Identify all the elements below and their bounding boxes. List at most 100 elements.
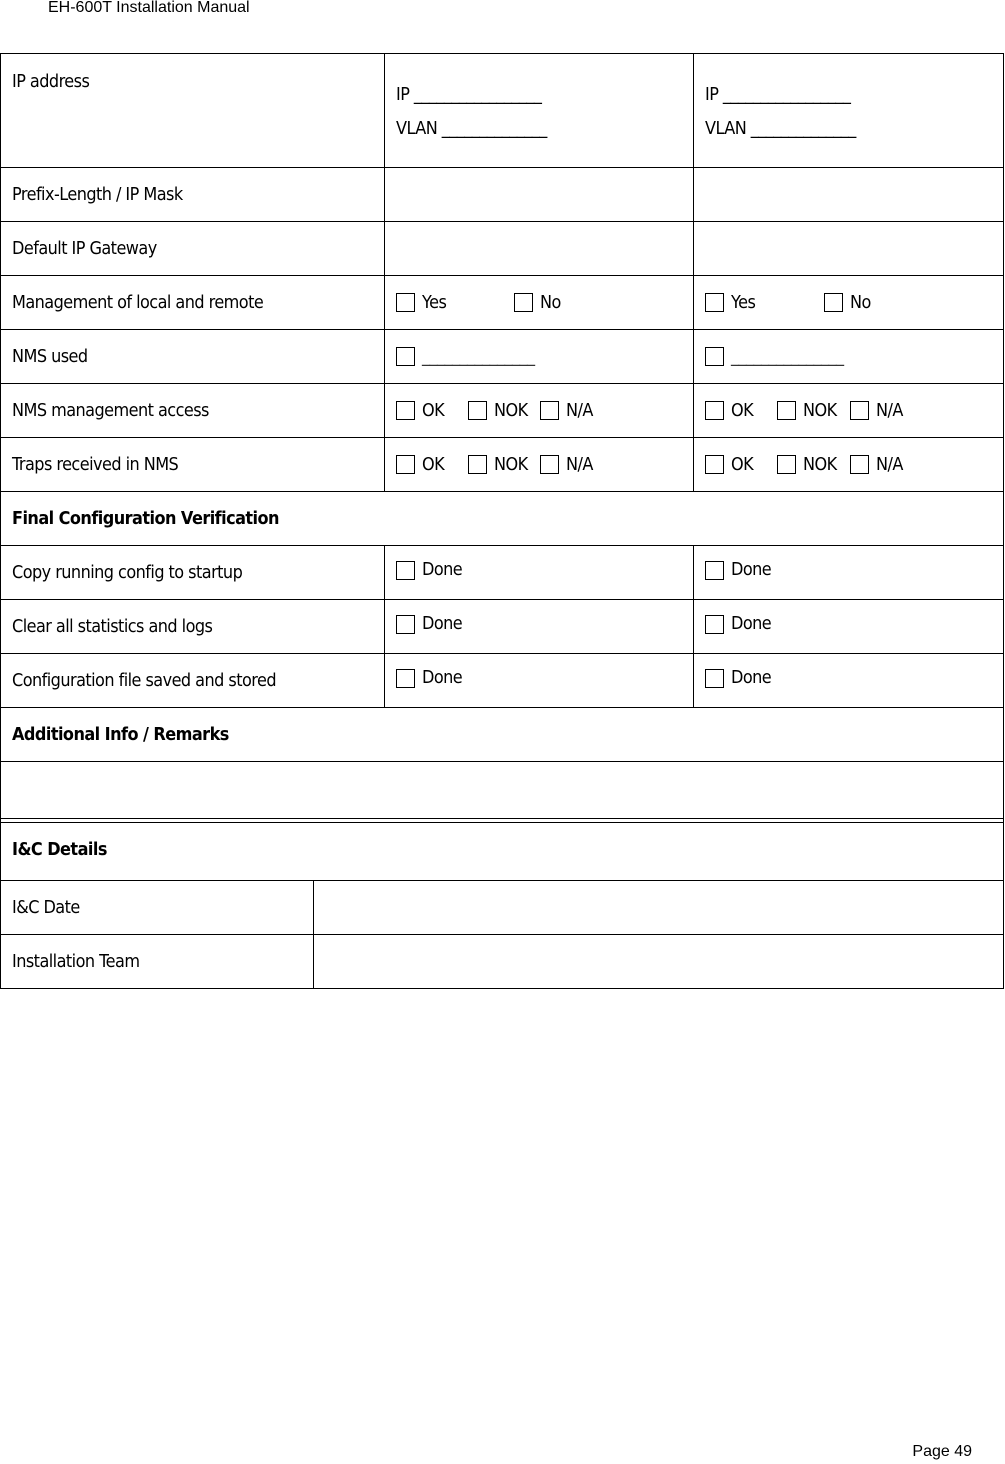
config-saved-label-cell: Configuration file saved and stored	[0, 653, 385, 708]
traps-label-cell: Traps received in NMS	[0, 437, 385, 492]
management-no-option-site-a[interactable]: No	[514, 293, 563, 313]
checkbox-icon[interactable]	[540, 401, 560, 420]
table-row-gateway: Default IP Gateway	[0, 221, 1004, 276]
installation-team-label: Installation Team	[12, 951, 140, 972]
gateway-label-cell: Default IP Gateway	[0, 221, 385, 276]
copy-config-done-option-site-a[interactable]: Done	[395, 560, 466, 580]
option-label: N/A	[566, 400, 594, 421]
checkbox-icon[interactable]	[849, 455, 869, 474]
page-header-title: EH-600T Installation Manual	[48, 0, 250, 16]
clear-stats-done-option-site-a[interactable]: Done	[395, 614, 466, 635]
option-label: Done	[421, 614, 463, 635]
nms-used-label-cell: NMS used	[0, 329, 385, 384]
checkbox-icon[interactable]	[395, 614, 415, 634]
checkbox-icon[interactable]	[467, 401, 487, 420]
checkbox-icon[interactable]	[395, 293, 415, 312]
copy-config-label-cell: Copy running config to startup	[0, 545, 385, 600]
traps-site-a-cell: OK NOK N/A	[383, 437, 695, 492]
option-label: Done	[421, 668, 463, 689]
checkbox-icon[interactable]	[849, 401, 869, 420]
checkbox-icon[interactable]	[705, 614, 725, 634]
clear-stats-site-a-cell: Done	[383, 599, 695, 654]
installation-team-label-cell: Installation Team	[0, 934, 314, 989]
checkbox-icon[interactable]	[395, 401, 415, 420]
option-label: NOK	[493, 454, 528, 475]
option-label: NOK	[803, 400, 838, 421]
checkbox-icon[interactable]	[540, 455, 560, 474]
table-row-copy-config: Copy running config to startup Done Done	[0, 545, 1004, 600]
nms-name-field-site-b[interactable]: _______________	[731, 347, 844, 367]
nms-name-field-site-a[interactable]: _______________	[422, 347, 535, 367]
config-saved-done-option-site-b[interactable]: Done	[705, 668, 775, 688]
traps-na-option-site-a[interactable]: N/A	[540, 455, 595, 475]
checkbox-icon[interactable]	[395, 455, 415, 474]
section-heading: I&C Details	[12, 839, 107, 860]
table-row-installation-team: Installation Team	[0, 934, 1004, 989]
config-saved-done-option-site-a[interactable]: Done	[395, 668, 466, 689]
nms-access-ok-option-site-b[interactable]: OK	[705, 401, 755, 421]
checkbox-icon[interactable]	[395, 668, 415, 688]
config-saved-site-b-cell: Done	[693, 653, 1004, 708]
checkbox-icon[interactable]	[395, 560, 415, 580]
nms-access-na-option-site-a[interactable]: N/A	[540, 401, 595, 421]
checkbox-icon[interactable]	[705, 401, 725, 420]
checkbox-icon[interactable]	[395, 347, 415, 366]
checkbox-icon[interactable]	[705, 347, 725, 366]
management-yes-option-site-a[interactable]: Yes	[395, 292, 448, 313]
management-yes-option-site-b[interactable]: Yes	[705, 293, 757, 313]
ic-date-field[interactable]	[313, 880, 1004, 935]
prefix-label: Prefix-Length / IP Mask	[12, 184, 183, 205]
checkbox-icon[interactable]	[705, 455, 725, 474]
table-row-management: Management of local and remote Yes No Ye…	[0, 275, 1004, 330]
nms-used-option-site-a[interactable]: _______________	[395, 347, 544, 367]
ip-address-site-a-cell[interactable]: IP _________________ VLAN ______________	[383, 53, 695, 168]
traps-nok-option-site-a[interactable]: NOK	[467, 454, 531, 475]
copy-config-done-option-site-b[interactable]: Done	[705, 560, 775, 580]
ip-field-site-b[interactable]: IP _________________	[705, 85, 979, 105]
checkbox-icon[interactable]	[823, 293, 843, 312]
nms-used-option-site-b[interactable]: _______________	[705, 347, 853, 367]
option-label: OK	[421, 454, 445, 475]
prefix-site-b-field[interactable]	[693, 167, 1004, 222]
vlan-field-site-b[interactable]: VLAN ______________	[705, 119, 979, 139]
checkbox-icon[interactable]	[705, 668, 725, 688]
clear-stats-done-option-site-b[interactable]: Done	[705, 614, 775, 634]
page-number: Page 49	[912, 1443, 972, 1460]
checkbox-icon[interactable]	[705, 560, 725, 580]
option-label: No	[540, 292, 561, 313]
checkbox-icon[interactable]	[514, 293, 534, 312]
nms-used-site-b-cell: _______________	[693, 329, 1004, 384]
nms-access-site-b-cell: OK NOK N/A	[693, 383, 1004, 438]
remarks-heading-cell: Additional Info / Remarks	[0, 707, 1004, 762]
option-label: Yes	[421, 292, 447, 313]
checkbox-icon[interactable]	[777, 455, 797, 474]
installation-team-field[interactable]	[313, 934, 1004, 989]
traps-ok-option-site-b[interactable]: OK	[705, 455, 755, 475]
ip-field-site-a[interactable]: IP _________________	[396, 85, 670, 105]
ic-details-table: I&C Details I&C Date Installation Team	[0, 818, 1004, 989]
checkbox-icon[interactable]	[467, 455, 487, 474]
checkbox-icon[interactable]	[777, 401, 797, 420]
nms-access-na-option-site-b[interactable]: N/A	[849, 401, 905, 421]
nms-used-site-a-cell: _______________	[383, 329, 695, 384]
nms-access-label: NMS management access	[12, 400, 209, 421]
nms-access-ok-option-site-a[interactable]: OK	[395, 401, 446, 421]
table-row-ic-date: I&C Date	[0, 880, 1004, 935]
nms-access-nok-option-site-b[interactable]: NOK	[777, 401, 840, 421]
nms-access-label-cell: NMS management access	[0, 383, 385, 438]
traps-nok-option-site-b[interactable]: NOK	[777, 455, 840, 475]
remarks-field[interactable]	[0, 761, 1004, 823]
table-row-ip-address: IP address IP _________________ VLAN ___…	[0, 53, 1004, 168]
ip-address-site-b-cell[interactable]: IP _________________ VLAN ______________	[693, 53, 1004, 168]
option-label: N/A	[566, 454, 594, 475]
nms-access-nok-option-site-a[interactable]: NOK	[467, 401, 531, 421]
management-no-option-site-b[interactable]: No	[823, 293, 873, 313]
traps-na-option-site-b[interactable]: N/A	[849, 455, 905, 475]
traps-ok-option-site-a[interactable]: OK	[395, 454, 446, 475]
gateway-site-a-field[interactable]	[383, 221, 695, 276]
checkbox-icon[interactable]	[705, 293, 725, 312]
table-row-remarks-heading: Additional Info / Remarks	[0, 707, 1004, 762]
vlan-field-site-a[interactable]: VLAN ______________	[396, 119, 670, 139]
gateway-site-b-field[interactable]	[693, 221, 1004, 276]
prefix-site-a-field[interactable]	[383, 167, 695, 222]
